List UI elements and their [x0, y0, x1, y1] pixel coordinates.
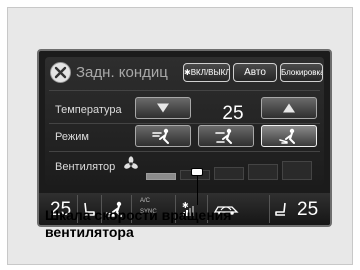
- fan-speed-bar[interactable]: [248, 164, 278, 180]
- arrow-down-icon: [157, 103, 169, 113]
- ac-label: A/C: [140, 198, 151, 204]
- fan-speed-scale[interactable]: [146, 160, 316, 180]
- divider: [49, 90, 320, 91]
- right-temp: 25: [297, 199, 319, 220]
- temp-up-button[interactable]: [261, 97, 317, 119]
- mode-bilevel-button[interactable]: [198, 125, 254, 147]
- right-seat-button[interactable]: [269, 195, 291, 223]
- fan-label: Вентилятор: [55, 161, 116, 173]
- onoff-button[interactable]: ✱ВКЛ/ВЫКЛ: [183, 63, 230, 82]
- fan-speed-bar[interactable]: [282, 161, 312, 180]
- mode-floor-icon: [279, 128, 295, 144]
- temp-down-button[interactable]: [135, 97, 191, 119]
- auto-button[interactable]: Авто: [233, 63, 277, 82]
- close-button[interactable]: [50, 62, 71, 83]
- lock-button[interactable]: Блокировка: [280, 63, 323, 82]
- fan-speed-bar[interactable]: [214, 167, 244, 180]
- close-icon: [54, 66, 67, 79]
- temperature-value: 25: [222, 103, 244, 124]
- caption-line-2: вентилятора: [45, 224, 134, 240]
- fan-icon: [124, 156, 138, 169]
- arrow-up-icon: [283, 103, 295, 113]
- mode-floor-button[interactable]: [261, 125, 317, 147]
- callout-line: [197, 172, 198, 205]
- caption-line-1: Шкала скорости вращения: [45, 207, 232, 223]
- figure-frame: Задн. кондиц ✱ВКЛ/ВЫКЛ Авто Блокировка Т…: [7, 7, 353, 265]
- seat-icon: [274, 202, 286, 216]
- climate-screen: Задн. кондиц ✱ВКЛ/ВЫКЛ Авто Блокировка Т…: [37, 49, 332, 227]
- divider: [49, 151, 320, 152]
- mode-face-icon: [152, 128, 169, 144]
- temperature-label: Температура: [55, 104, 122, 116]
- onoff-label: ВКЛ/ВЫКЛ: [190, 68, 230, 77]
- rear-climate-panel: Задн. кондиц ✱ВКЛ/ВЫКЛ Авто Блокировка Т…: [45, 57, 324, 185]
- callout-marker: [191, 168, 203, 176]
- callout-caption: Шкала скорости вращения вентилятора: [45, 207, 231, 241]
- mode-face-button[interactable]: [135, 125, 191, 147]
- fan-speed-bar[interactable]: [146, 173, 176, 180]
- divider: [49, 123, 320, 124]
- panel-header: Задн. кондиц ✱ВКЛ/ВЫКЛ Авто Блокировка: [45, 62, 324, 84]
- panel-title: Задн. кондиц: [76, 64, 168, 81]
- mode-bilevel-icon: [215, 128, 232, 144]
- fan-small-icon: ✱: [184, 68, 191, 77]
- mode-label: Режим: [55, 131, 89, 143]
